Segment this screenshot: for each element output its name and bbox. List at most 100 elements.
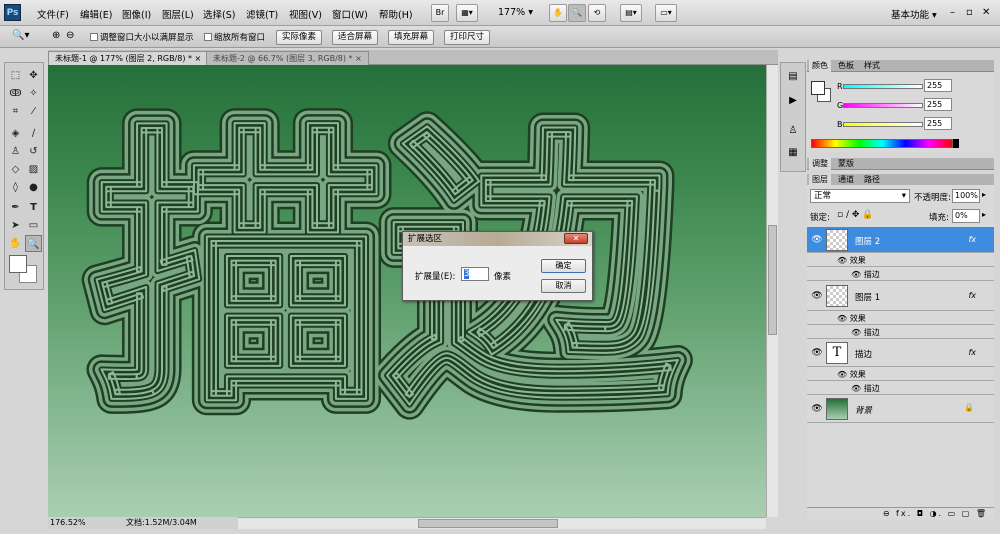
screen-mode-icon[interactable]: ▭▾ bbox=[655, 4, 677, 22]
layer-stroke-effect-row[interactable]: 👁 描边 bbox=[807, 267, 994, 281]
crop-icon[interactable]: ⌗ bbox=[7, 103, 24, 120]
rotate-view-icon[interactable]: ⟲ bbox=[588, 4, 606, 22]
channel-g-slider[interactable] bbox=[843, 103, 923, 108]
tab-masks[interactable]: 蒙版 bbox=[835, 158, 857, 170]
dodge-icon[interactable]: ● bbox=[25, 179, 42, 196]
actions-panel-icon[interactable]: ▶ bbox=[785, 93, 801, 109]
magic-wand-icon[interactable]: ✧ bbox=[25, 85, 42, 102]
fit-window-checkbox[interactable]: 调整窗口大小以满屏显示 bbox=[90, 31, 194, 43]
status-zoom[interactable]: 176.52% bbox=[50, 517, 86, 528]
ok-button[interactable]: 确定 bbox=[541, 259, 586, 273]
fx-icon[interactable]: fx bbox=[968, 348, 976, 357]
clone-source-icon[interactable]: ♙ bbox=[785, 123, 801, 139]
channel-b-slider[interactable] bbox=[843, 122, 923, 127]
lock-icons[interactable]: ▫ ∕ ✥ 🔒 bbox=[837, 210, 873, 220]
tab-document-2[interactable]: 未标题-2 @ 66.7% (图层 3, RGB/8) * × bbox=[206, 51, 369, 65]
zoom-icon[interactable]: 🔍 bbox=[568, 4, 586, 22]
bridge-button[interactable]: Br bbox=[431, 4, 449, 22]
hand-icon[interactable]: ✋ bbox=[549, 4, 567, 22]
tab-swatches[interactable]: 色板 bbox=[835, 60, 857, 72]
visibility-eye-icon[interactable]: 👁 bbox=[810, 404, 824, 414]
horizontal-scrollbar[interactable] bbox=[238, 517, 766, 529]
menu-edit[interactable]: 编辑(E) bbox=[80, 7, 112, 21]
zoom-tool-icon[interactable]: 🔍 bbox=[25, 235, 42, 252]
tab-document-1[interactable]: 未标题-1 @ 177% (图层 2, RGB/8) * × bbox=[48, 51, 209, 65]
vertical-scroll-thumb[interactable] bbox=[768, 225, 777, 335]
history-brush-icon[interactable]: ↺ bbox=[25, 143, 42, 160]
expand-amount-input[interactable]: 3 bbox=[461, 267, 489, 281]
layer-effects-row[interactable]: 👁 效果 bbox=[807, 367, 994, 381]
minimize-icon[interactable]: – bbox=[950, 7, 955, 18]
tab-styles[interactable]: 样式 bbox=[861, 60, 883, 72]
menu-layer[interactable]: 图层(L) bbox=[162, 7, 194, 21]
menu-select[interactable]: 选择(S) bbox=[203, 7, 235, 21]
fx-icon[interactable]: fx bbox=[968, 291, 976, 300]
opacity-dropdown-icon[interactable]: ▸ bbox=[982, 190, 986, 199]
zoom-level-dropdown[interactable]: 177% ▾ bbox=[498, 7, 533, 18]
pen-icon[interactable]: ✒ bbox=[7, 199, 24, 216]
arrange-documents-icon[interactable]: ▤▾ bbox=[620, 4, 642, 22]
zoom-out-icon[interactable]: ⊖ bbox=[66, 30, 74, 41]
layer-stroke-effect-row[interactable]: 👁 描边 bbox=[807, 381, 994, 395]
color-spectrum-ramp[interactable] bbox=[811, 139, 953, 148]
zoom-tool-preset-icon[interactable]: 🔍▾ bbox=[12, 30, 29, 41]
healing-brush-icon[interactable]: ◈ bbox=[7, 125, 24, 142]
cancel-button[interactable]: 取消 bbox=[541, 279, 586, 293]
eyedropper-icon[interactable]: ⁄ bbox=[25, 103, 42, 120]
zoom-in-icon[interactable]: ⊕ bbox=[52, 30, 60, 41]
menu-file[interactable]: 文件(F) bbox=[37, 7, 69, 21]
black-swatch[interactable] bbox=[953, 139, 959, 148]
zoom-all-checkbox[interactable]: 缩放所有窗口 bbox=[204, 31, 265, 43]
channel-b-value[interactable]: 255 bbox=[924, 117, 952, 130]
gradient-icon[interactable]: ▨ bbox=[25, 161, 42, 178]
dialog-close-icon[interactable]: ✕ bbox=[564, 233, 588, 244]
layer-row-layer-2[interactable]: 👁 图层 2 fx bbox=[807, 227, 994, 253]
panel-foreground-swatch[interactable] bbox=[811, 81, 825, 95]
fill-input[interactable]: 0% bbox=[952, 209, 980, 223]
foreground-color-swatch[interactable] bbox=[9, 255, 27, 273]
maximize-icon[interactable]: ▫ bbox=[966, 7, 973, 18]
layer-effects-row[interactable]: 👁 效果 bbox=[807, 311, 994, 325]
fx-icon[interactable]: fx bbox=[968, 235, 976, 244]
actual-pixels-button[interactable]: 实际像素 bbox=[276, 30, 323, 45]
close-icon[interactable]: ✕ bbox=[982, 7, 990, 18]
workspace-switcher[interactable]: 基本功能 ▾ bbox=[891, 7, 937, 21]
channel-r-value[interactable]: 255 bbox=[924, 79, 952, 92]
print-size-button[interactable]: 打印尺寸 bbox=[444, 30, 491, 45]
blend-mode-select[interactable]: 正常 ▾ bbox=[810, 189, 910, 203]
channel-g-value[interactable]: 255 bbox=[924, 98, 952, 111]
horizontal-scroll-thumb[interactable] bbox=[418, 519, 558, 528]
layer-row-background[interactable]: 👁 背景 🔒 bbox=[807, 395, 994, 423]
visibility-eye-icon[interactable]: 👁 bbox=[810, 291, 824, 301]
type-icon[interactable]: T bbox=[25, 199, 42, 216]
layer-stroke-effect-row[interactable]: 👁 描边 bbox=[807, 325, 994, 339]
move-icon[interactable]: ✥ bbox=[25, 67, 42, 84]
menu-filter[interactable]: 滤镜(T) bbox=[246, 7, 278, 21]
layer-row-text[interactable]: 👁 T 描边 fx bbox=[807, 339, 994, 367]
menu-window[interactable]: 窗口(W) bbox=[332, 7, 368, 21]
visibility-eye-icon[interactable]: 👁 bbox=[810, 348, 824, 358]
tab-color[interactable]: 颜色 bbox=[809, 60, 831, 72]
visibility-eye-icon[interactable]: 👁 bbox=[810, 235, 824, 245]
opacity-input[interactable]: 100% bbox=[952, 189, 980, 203]
layers-footer-icons[interactable]: ⊖ fx. ◘ ◑. ▭ ▢ 🗑 bbox=[807, 507, 994, 520]
layer-effects-row[interactable]: 👁 效果 bbox=[807, 253, 994, 267]
path-selection-icon[interactable]: ➤ bbox=[7, 217, 24, 234]
marquee-icon[interactable]: ⬚ bbox=[7, 67, 24, 84]
blur-icon[interactable]: ◊ bbox=[7, 179, 24, 196]
tab-adjustments[interactable]: 调整 bbox=[809, 158, 831, 170]
brush-presets-icon[interactable]: ▦ bbox=[785, 145, 801, 161]
clone-stamp-icon[interactable]: ♙ bbox=[7, 143, 24, 160]
shape-icon[interactable]: ▭ bbox=[25, 217, 42, 234]
hand-tool-icon[interactable]: ✋ bbox=[7, 235, 24, 252]
layer-row-layer-1[interactable]: 👁 图层 1 fx bbox=[807, 281, 994, 311]
menu-help[interactable]: 帮助(H) bbox=[379, 7, 413, 21]
fit-screen-button[interactable]: 适合屏幕 bbox=[332, 30, 379, 45]
menu-image[interactable]: 图像(I) bbox=[122, 7, 151, 21]
vertical-scrollbar[interactable] bbox=[766, 65, 778, 517]
history-panel-icon[interactable]: ▤ bbox=[785, 69, 801, 85]
lasso-icon[interactable]: ↂ bbox=[7, 85, 24, 102]
fill-dropdown-icon[interactable]: ▸ bbox=[982, 210, 986, 219]
menu-view[interactable]: 视图(V) bbox=[289, 7, 322, 21]
eraser-icon[interactable]: ◇ bbox=[7, 161, 24, 178]
